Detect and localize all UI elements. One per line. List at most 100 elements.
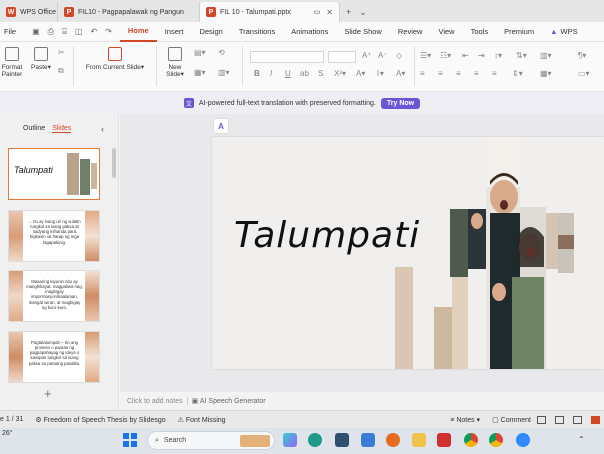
- font-size-select[interactable]: [328, 51, 356, 63]
- tab-slides[interactable]: Slides: [52, 125, 72, 133]
- align-right-icon[interactable]: ≡: [456, 69, 461, 78]
- save-icon[interactable]: ▣: [32, 27, 40, 37]
- normal-view-icon[interactable]: [537, 415, 546, 424]
- text-box-icon[interactable]: ▭▾: [578, 69, 590, 78]
- new-tab-icon[interactable]: +: [346, 7, 351, 17]
- monitor-icon[interactable]: ▭: [314, 8, 321, 16]
- menu-animations[interactable]: Animations: [283, 22, 336, 42]
- slide-thumbnail-4[interactable]: Pagtatalumpati -- Ito ang proseso o para…: [8, 331, 100, 383]
- task-view-icon[interactable]: [335, 433, 349, 447]
- chrome-profile-icon[interactable]: [489, 433, 503, 447]
- copilot-icon[interactable]: [283, 433, 297, 447]
- slide-sorter-icon[interactable]: [555, 415, 564, 424]
- align-text-icon[interactable]: ⇕▾: [512, 69, 523, 78]
- underline-icon[interactable]: U: [285, 69, 291, 78]
- panel-scrollbar[interactable]: [112, 148, 116, 178]
- tab-fil10-talumpati[interactable]: P FIL 10 - Talumpati.pptx ▭ ✕: [200, 2, 340, 22]
- windows-start-icon[interactable]: [123, 433, 137, 447]
- from-current-slide-button[interactable]: From Current Slide▾: [80, 47, 150, 71]
- slide-thumbnail-3[interactable]: Maaaring layunin nito ay manghikayat, ma…: [8, 270, 100, 322]
- theme-name[interactable]: ⚙ Freedom of Speech Thesis by Slidesgo: [29, 416, 171, 424]
- close-icon[interactable]: ✕: [326, 8, 333, 17]
- menu-wps-ai[interactable]: ▲ WPS: [542, 22, 586, 42]
- taskbar-search[interactable]: ⌕ Search: [147, 431, 275, 450]
- menu-transitions[interactable]: Transitions: [231, 22, 283, 42]
- menu-home[interactable]: Home: [119, 22, 157, 42]
- print-icon[interactable]: ⌸: [62, 27, 67, 37]
- menu-premium[interactable]: Premium: [496, 22, 542, 42]
- store-icon[interactable]: [361, 433, 375, 447]
- menu-review[interactable]: Review: [390, 22, 431, 42]
- menu-insert[interactable]: Insert: [157, 22, 192, 42]
- wps-office-icon[interactable]: [437, 433, 451, 447]
- tray-chevron-icon[interactable]: ⌃: [578, 435, 585, 444]
- strikethrough-icon[interactable]: ab: [300, 69, 309, 78]
- notes-area[interactable]: Click to add notes ▣ AI Speech Generator: [120, 392, 604, 410]
- paste-button[interactable]: Paste▾: [30, 47, 52, 71]
- format-painter-button[interactable]: Format Painter: [0, 47, 24, 79]
- increase-font-icon[interactable]: A⁺: [362, 51, 372, 60]
- outdent-icon[interactable]: ⇤: [462, 51, 469, 60]
- columns-icon[interactable]: ▥▾: [540, 51, 552, 60]
- chrome-icon[interactable]: [464, 433, 478, 447]
- bold-icon[interactable]: B: [254, 69, 260, 78]
- slide-1[interactable]: Talumpati: [212, 137, 604, 369]
- copy-icon[interactable]: ⧉: [58, 66, 64, 76]
- indent-icon[interactable]: ⇥: [478, 51, 485, 60]
- smartart-icon[interactable]: ▦▾: [540, 69, 552, 78]
- justify-icon[interactable]: ≡: [474, 69, 479, 78]
- layout-icon[interactable]: ▤▾: [194, 48, 206, 57]
- menu-tools[interactable]: Tools: [463, 22, 497, 42]
- char-spacing-icon[interactable]: A▾: [396, 69, 405, 78]
- export-icon[interactable]: ⎙: [48, 27, 54, 37]
- para-settings-icon[interactable]: ¶▾: [578, 51, 586, 60]
- ai-assist-icon[interactable]: A: [213, 118, 229, 134]
- tab-fil10-pagpapalawak[interactable]: P FIL10 - Pagpapalawak ng Pangun: [58, 2, 200, 22]
- zoom-icon[interactable]: [516, 433, 530, 447]
- file-explorer-icon[interactable]: [412, 433, 426, 447]
- superscript-icon[interactable]: X²▾: [334, 69, 346, 78]
- menu-design[interactable]: Design: [191, 22, 230, 42]
- cut-icon[interactable]: ✂: [58, 48, 65, 57]
- preview-icon[interactable]: ◫: [75, 27, 83, 37]
- reading-view-icon[interactable]: [573, 415, 582, 424]
- text-direction-icon[interactable]: ⇅▾: [516, 51, 527, 60]
- ai-speech-generator-button[interactable]: ▣ AI Speech Generator: [186, 397, 266, 405]
- italic-icon[interactable]: I: [270, 69, 272, 78]
- clear-format-icon[interactable]: ◇: [396, 51, 402, 60]
- tab-outline[interactable]: Outline: [23, 125, 45, 133]
- highlight-icon[interactable]: ⌇▾: [376, 69, 384, 78]
- align-center-icon[interactable]: ≡: [438, 69, 443, 78]
- notes-placeholder[interactable]: Click to add notes: [127, 398, 183, 405]
- align-left-icon[interactable]: ≡: [420, 69, 425, 78]
- collapse-panel-icon[interactable]: ‹: [101, 124, 104, 134]
- shadow-icon[interactable]: S: [318, 69, 323, 78]
- font-color-icon[interactable]: A▾: [356, 69, 365, 78]
- play-icon[interactable]: [591, 415, 600, 424]
- edge-icon[interactable]: [308, 433, 322, 447]
- comment-toggle[interactable]: ▢ Comment: [486, 416, 537, 424]
- reset-icon[interactable]: ⟲: [218, 48, 225, 57]
- firefox-icon[interactable]: [386, 433, 400, 447]
- tab-wps-office[interactable]: W WPS Office: [0, 2, 58, 22]
- menu-view[interactable]: View: [430, 22, 462, 42]
- menu-slide-show[interactable]: Slide Show: [336, 22, 390, 42]
- distribute-icon[interactable]: ≡: [492, 69, 497, 78]
- add-slide-button[interactable]: +: [44, 386, 52, 401]
- undo-icon[interactable]: ↶: [90, 27, 97, 37]
- numbering-icon[interactable]: ☷▾: [440, 51, 451, 60]
- bullets-icon[interactable]: ☰▾: [420, 51, 431, 60]
- slide-thumbnail-1[interactable]: Talumpati: [8, 148, 100, 200]
- decrease-font-icon[interactable]: A⁻: [378, 51, 388, 60]
- replace-icon[interactable]: ▥▾: [218, 68, 230, 77]
- redo-icon[interactable]: ↷: [105, 27, 112, 37]
- font-family-select[interactable]: [250, 51, 324, 63]
- line-spacing-icon[interactable]: ↕▾: [494, 51, 502, 60]
- new-slide-button[interactable]: New Slide▾: [162, 47, 188, 79]
- try-now-button[interactable]: Try Now: [380, 97, 421, 109]
- menu-file[interactable]: File: [0, 22, 24, 42]
- chevron-down-icon[interactable]: ⌄: [359, 7, 367, 18]
- font-missing-indicator[interactable]: ⚠ Font Missing: [172, 416, 232, 424]
- slide-thumbnail-2[interactable]: ... Ito ay isang uri ng sulatin tungkol …: [8, 210, 100, 262]
- weather-widget[interactable]: 26°: [2, 430, 13, 437]
